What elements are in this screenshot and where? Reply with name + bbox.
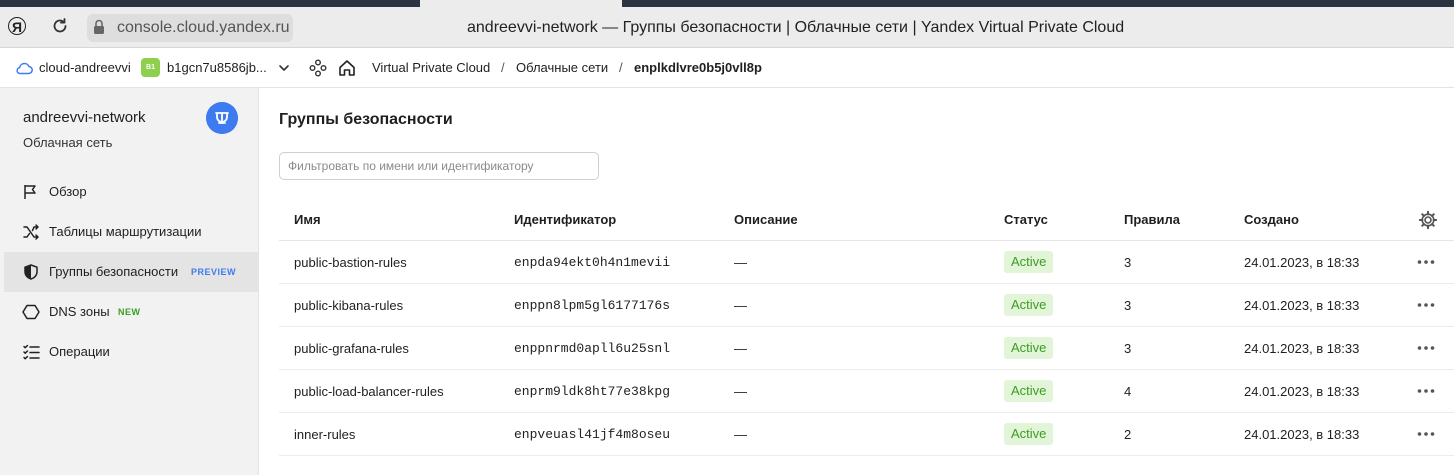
sg-id: enprm9ldk8ht77e38kpg	[514, 384, 671, 399]
sg-rules-count: 4	[1124, 384, 1132, 399]
sidebar-item-label: Операции	[49, 344, 110, 359]
cloud-icon	[16, 62, 33, 75]
status-badge: Active	[1004, 380, 1054, 402]
sidebar: andreevvi-network Облачная сеть Обзор Та…	[0, 88, 259, 475]
sg-description: —	[734, 298, 747, 313]
sg-name[interactable]: public-bastion-rules	[294, 255, 407, 270]
status-badge: Active	[1004, 251, 1054, 273]
breadcrumb-separator: /	[619, 60, 623, 75]
breadcrumb-current: enplkdlvre0b5j0vll8p	[634, 60, 762, 75]
breadcrumb-networks[interactable]: Облачные сети	[516, 60, 608, 75]
network-name: andreevvi-network	[23, 109, 146, 126]
sg-id: enpda94ekt0h4n1mevii	[514, 255, 671, 270]
sg-rules-count: 3	[1124, 298, 1132, 313]
sg-created: 24.01.2023, в 18:33	[1244, 255, 1360, 270]
services-icon[interactable]	[308, 58, 328, 78]
more-actions-icon[interactable]	[1416, 341, 1436, 355]
chevron-down-icon[interactable]	[277, 61, 291, 75]
sg-description: —	[734, 341, 747, 356]
sg-description: —	[734, 255, 747, 270]
folder-selector[interactable]: b1gcn7u8586jb...	[167, 60, 267, 75]
sg-created: 24.01.2023, в 18:33	[1244, 384, 1360, 399]
breadcrumb-vpc[interactable]: Virtual Private Cloud	[372, 60, 490, 75]
sidebar-item-label: Группы безопасности	[49, 264, 179, 279]
more-actions-icon[interactable]	[1416, 427, 1436, 441]
column-header-created[interactable]: Создано	[1244, 212, 1299, 227]
sg-description: —	[734, 384, 747, 399]
sidebar-item-label: DNS зоны	[49, 304, 110, 319]
status-badge: Active	[1004, 294, 1054, 316]
sidebar-item-operations[interactable]: Операции	[4, 332, 258, 372]
table-row[interactable]: public-grafana-rules enppnrmd0apll6u25sn…	[279, 327, 1454, 370]
sg-rules-count: 3	[1124, 255, 1132, 270]
more-actions-icon[interactable]	[1416, 298, 1436, 312]
sidebar-item-label: Обзор	[49, 184, 87, 199]
sidebar-item-dns-zones[interactable]: DNS зоны NEW	[4, 292, 258, 332]
column-header-name[interactable]: Имя	[294, 212, 321, 227]
sg-created: 24.01.2023, в 18:33	[1244, 341, 1360, 356]
folder-badge: B1	[141, 58, 160, 77]
sg-rules-count: 3	[1124, 341, 1132, 356]
sg-name[interactable]: public-load-balancer-rules	[294, 384, 444, 399]
gear-icon[interactable]	[1418, 210, 1438, 230]
sidebar-item-route-tables[interactable]: Таблицы маршрутизации	[4, 212, 258, 252]
sg-name[interactable]: public-grafana-rules	[294, 341, 409, 356]
sg-id: enpveuasl41jf4m8oseu	[514, 427, 671, 442]
breadcrumb-separator: /	[501, 60, 505, 75]
sg-id: enppn8lpm5gl6177176s	[514, 298, 671, 313]
sg-name[interactable]: inner-rules	[294, 427, 355, 442]
page-title: Группы безопасности	[279, 111, 453, 128]
cloud-selector[interactable]: cloud-andreevvi	[39, 60, 131, 75]
list-check-icon	[23, 344, 40, 360]
table-row[interactable]: public-bastion-rules enpda94ekt0h4n1mevi…	[279, 241, 1454, 284]
console-header: cloud-andreevvi B1 b1gcn7u8586jb... Virt…	[0, 48, 1454, 88]
sg-created: 24.01.2023, в 18:33	[1244, 427, 1360, 442]
table-row[interactable]: public-load-balancer-rules enprm9ldk8ht7…	[279, 370, 1454, 413]
network-type: Облачная сеть	[23, 135, 113, 150]
browser-tab-strip	[0, 0, 420, 7]
column-header-description[interactable]: Описание	[734, 212, 798, 227]
sg-description: —	[734, 427, 747, 442]
reload-icon[interactable]	[50, 16, 70, 36]
lock-icon	[94, 19, 104, 34]
hexagon-icon	[22, 304, 40, 320]
browser-toolbar: Я console.cloud.yandex.ru andreevvi-netw…	[0, 0, 1454, 48]
url-text[interactable]: console.cloud.yandex.ru	[117, 19, 290, 37]
shuffle-icon	[23, 224, 39, 240]
browser-tab-strip	[622, 0, 1454, 7]
table-row[interactable]: public-kibana-rules enppn8lpm5gl6177176s…	[279, 284, 1454, 327]
flag-icon	[24, 185, 36, 199]
vpc-service-icon	[206, 102, 238, 134]
window-title: andreevvi-network — Группы безопасности …	[467, 19, 1125, 36]
column-header-status[interactable]: Статус	[1004, 212, 1048, 227]
home-icon[interactable]	[337, 58, 357, 78]
sg-name[interactable]: public-kibana-rules	[294, 298, 403, 313]
status-badge: Active	[1004, 423, 1054, 445]
yandex-browser-icon[interactable]: Я	[8, 17, 26, 35]
column-header-rules[interactable]: Правила	[1124, 212, 1180, 227]
sg-rules-count: 2	[1124, 427, 1132, 442]
status-badge: Active	[1004, 337, 1054, 359]
column-header-id[interactable]: Идентификатор	[514, 212, 616, 227]
sidebar-item-overview[interactable]: Обзор	[4, 172, 258, 212]
sg-created: 24.01.2023, в 18:33	[1244, 298, 1360, 313]
shield-icon	[24, 264, 38, 280]
sg-id: enppnrmd0apll6u25snl	[514, 341, 671, 356]
more-actions-icon[interactable]	[1416, 384, 1436, 398]
table-row[interactable]: inner-rules enpveuasl41jf4m8oseu — Activ…	[279, 413, 1454, 456]
filter-input[interactable]	[279, 152, 599, 180]
sidebar-item-label: Таблицы маршрутизации	[49, 224, 202, 239]
more-actions-icon[interactable]	[1416, 255, 1436, 269]
sidebar-item-security-groups[interactable]: Группы безопасности PREVIEW	[4, 252, 258, 292]
preview-badge: PREVIEW	[191, 267, 237, 277]
new-badge: NEW	[118, 307, 141, 317]
